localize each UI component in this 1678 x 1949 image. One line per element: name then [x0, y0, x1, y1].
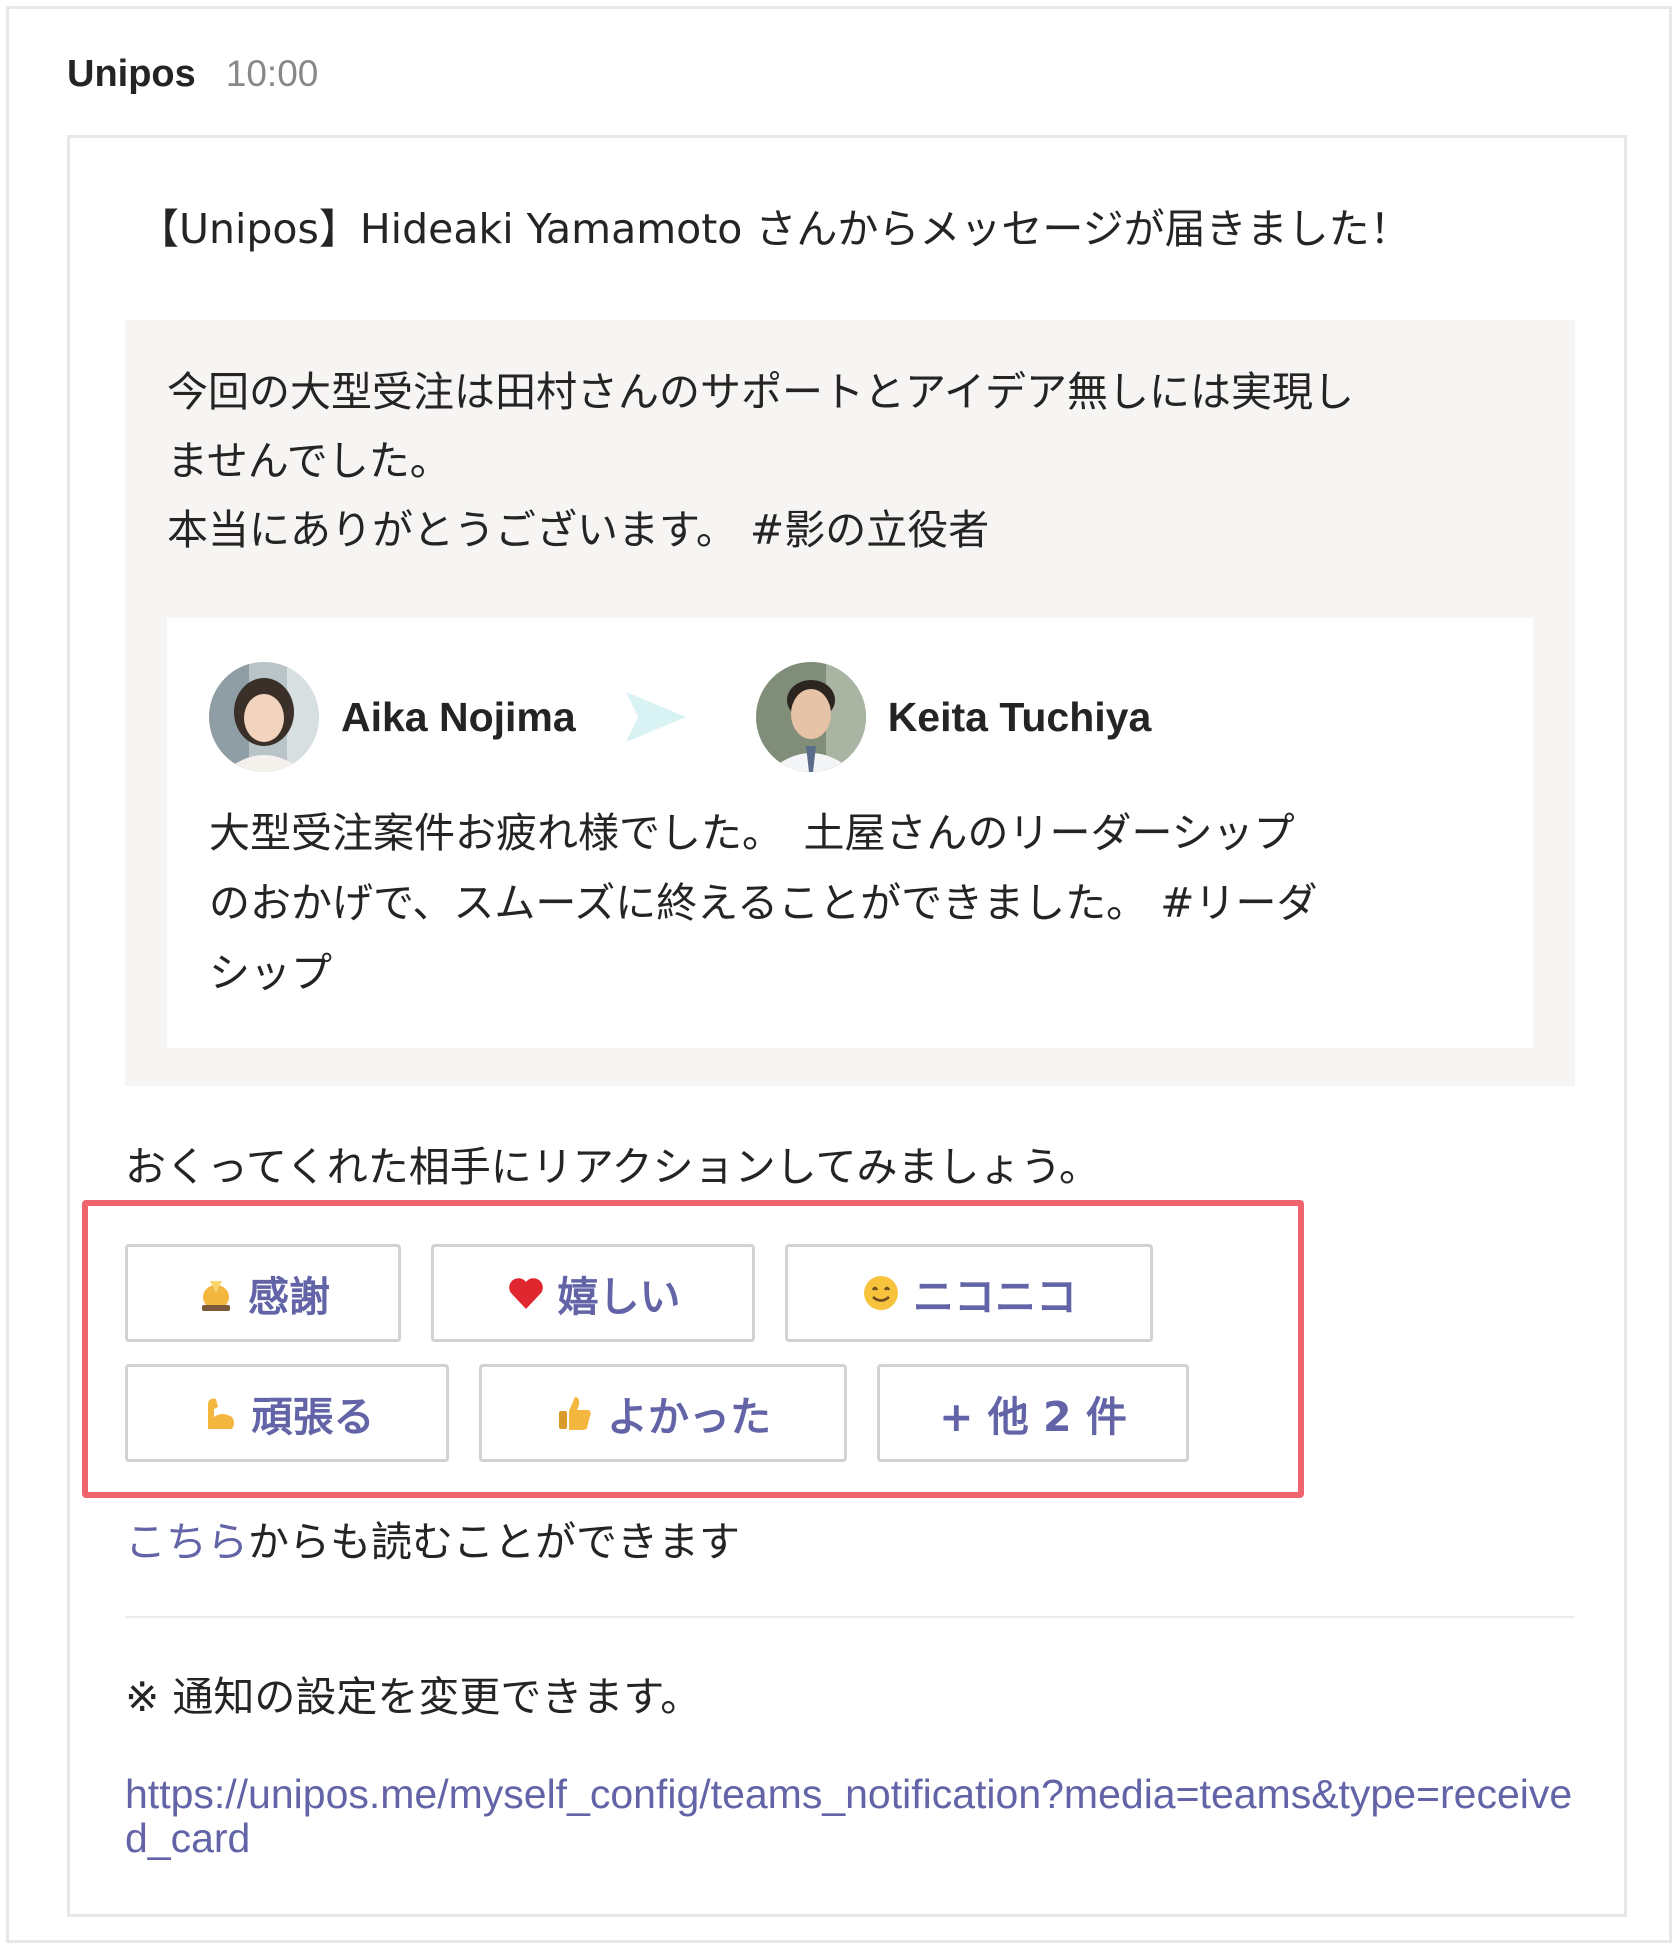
notification-page: Unipos 10:00 【Unipos】Hideaki Yamamoto さん… [0, 0, 1678, 1949]
reaction-label: 嬉しい [557, 1273, 681, 1321]
send-arrow-icon [625, 692, 686, 742]
thumbs-up-emoji-icon [559, 1397, 591, 1430]
timestamp: 10:00 [225, 53, 319, 94]
reaction-button-happy[interactable]: 嬉しい [431, 1244, 755, 1342]
message-line: 今回の大型受注は田村さんのサポートとアイデア無しには実現し [167, 368, 1354, 416]
post-line: のおかげで、スムーズに終えることができました。 #リーダ [209, 879, 1318, 927]
read-more-link[interactable]: こちら [125, 1518, 248, 1566]
post-card: Aika Nojima Keita Tuchiya 大型受注案件お疲れ様でした。… [167, 618, 1533, 1048]
reaction-label: 感謝 [248, 1273, 330, 1321]
post-text: 大型受注案件お疲れ様でした。 土屋さんのリーダーシップ のおかげで、スムーズに終… [209, 798, 1509, 1008]
reaction-button-smile[interactable]: ニコニコ [785, 1244, 1153, 1342]
message-line: 本当にありがとうございます。 #影の立役者 [167, 506, 990, 554]
post-line: 大型受注案件お疲れ様でした。 土屋さんのリーダーシップ [209, 809, 1295, 857]
reaction-label: よかった [607, 1393, 771, 1441]
message-box: 今回の大型受注は田村さんのサポートとアイデア無しには実現し ませんでした。 本当… [125, 320, 1575, 1086]
settings-note: ※ 通知の設定を変更できます。 [125, 1673, 702, 1721]
message-text: 今回の大型受注は田村さんのサポートとアイデア無しには実現し ませんでした。 本当… [167, 358, 1537, 565]
reaction-button-good[interactable]: よかった [479, 1364, 847, 1462]
post-line: シップ [209, 949, 332, 997]
card-title: 【Unipos】Hideaki Yamamoto さんからメッセージが届きました… [138, 205, 1411, 253]
sender-name: Aika Nojima [341, 693, 576, 740]
divider [125, 1616, 1575, 1618]
smile-emoji-icon [864, 1276, 898, 1310]
adaptive-card: 【Unipos】Hideaki Yamamoto さんからメッセージが届きました… [67, 135, 1627, 1917]
reaction-button-thanks[interactable]: 感謝 [125, 1244, 401, 1342]
reaction-label: ニコニコ [913, 1273, 1077, 1321]
receiver-name: Keita Tuchiya [887, 693, 1152, 740]
sender-name[interactable]: Unipos [67, 53, 196, 96]
reaction-label: + 他 2 件 [939, 1393, 1127, 1441]
praying-emoji-icon [202, 1281, 230, 1311]
reaction-label: 頑張る [251, 1393, 375, 1441]
sender-receiver-row: Aika Nojima Keita Tuchiya [209, 662, 1151, 772]
read-more-rest: からも読むことができます [248, 1518, 740, 1566]
flexed-biceps-emoji-icon [207, 1398, 234, 1429]
message-header: Unipos 10:00 [67, 53, 318, 103]
heart-emoji-icon [508, 1278, 543, 1309]
message-line: ませんでした。 [167, 437, 451, 485]
more-reactions-button[interactable]: + 他 2 件 [877, 1364, 1189, 1462]
reaction-prompt: おくってくれた相手にリアクションしてみましょう。 [125, 1143, 1100, 1191]
read-more-text: こちらからも読むことができます [125, 1513, 740, 1571]
sender-avatar [209, 662, 319, 772]
settings-url-link[interactable]: https://unipos.me/myself_config/teams_no… [125, 1772, 1585, 1860]
receiver-avatar [755, 662, 866, 772]
message-frame: Unipos 10:00 【Unipos】Hideaki Yamamoto さん… [6, 6, 1672, 1943]
reaction-button-do-best[interactable]: 頑張る [125, 1364, 449, 1462]
